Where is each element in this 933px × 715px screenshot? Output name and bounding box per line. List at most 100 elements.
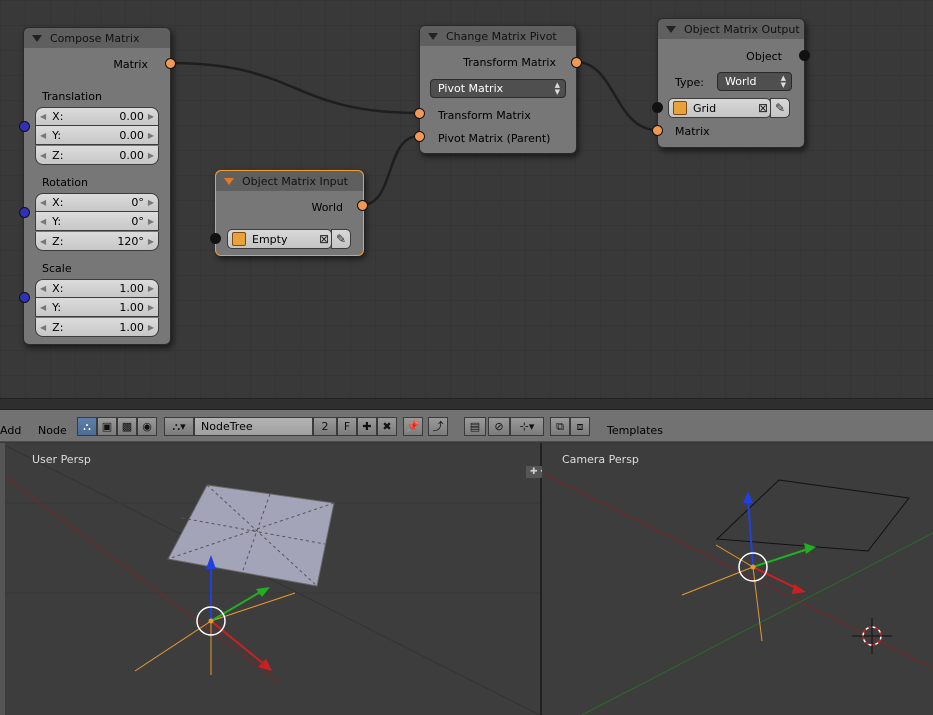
translation-input-socket[interactable] (19, 121, 30, 132)
increment-arrow-icon[interactable]: ▶ (148, 131, 154, 140)
object-field-empty[interactable]: Empty ⊠ (227, 229, 332, 249)
rotation-y-field[interactable]: ◀ Y: 0° ▶ (35, 212, 159, 231)
decrement-arrow-icon[interactable]: ◀ (40, 112, 46, 121)
snap-toggle-icon[interactable]: ⊘ (488, 417, 510, 436)
node-title: Compose Matrix (50, 31, 140, 45)
viewport-right-scene (542, 472, 933, 715)
link-compose-to-transform (169, 61, 420, 115)
paste-nodes-icon[interactable]: ⧈ (570, 417, 590, 436)
object-matrix-input-node[interactable]: Object Matrix Input World Empty ⊠ ✎ (215, 170, 364, 256)
increment-arrow-icon[interactable]: ▶ (148, 284, 154, 293)
x-arrow (210, 620, 266, 666)
x-axis-line (542, 472, 933, 669)
snap-element-dropdown[interactable]: ⊹▾ (510, 417, 544, 436)
scale-y-field[interactable]: ◀ Y: 1.00 ▶ (35, 298, 159, 317)
type-dropdown[interactable]: World ▲ ▼ (717, 72, 792, 91)
pivot-output-socket[interactable] (571, 57, 582, 68)
compose-matrix-node[interactable]: Compose Matrix Matrix Translation ◀ X: 0.0… (23, 27, 171, 345)
node-title: Object Matrix Input (242, 174, 348, 188)
scale-input-socket[interactable] (19, 292, 30, 303)
object-matrix-input-header[interactable]: Object Matrix Input (216, 171, 363, 191)
y-arrow (210, 590, 263, 622)
object-input-socket[interactable] (652, 102, 663, 113)
new-nodetree-plus-icon[interactable]: ✚ (357, 417, 377, 436)
user-count-button[interactable]: 2 (313, 417, 337, 436)
clear-x-icon[interactable]: ⊠ (756, 101, 770, 115)
translation-z-field[interactable]: ◀ Z: 0.00 ▶ (35, 146, 159, 165)
scale-x-field[interactable]: ◀ X: 1.00 ▶ (35, 279, 159, 298)
compose-matrix-header[interactable]: Compose Matrix (24, 28, 170, 48)
translation-y-field[interactable]: ◀ Y: 0.00 ▶ (35, 126, 159, 145)
object-output-socket[interactable] (799, 50, 810, 61)
collapse-triangle-icon[interactable] (224, 177, 234, 185)
viewport-user-persp[interactable]: User Persp (0, 443, 540, 715)
type-label: Type: (675, 76, 704, 89)
rotation-z-field[interactable]: ◀ Z: 120° ▶ (35, 232, 159, 251)
nodetree-name-field[interactable]: NodeTree (194, 417, 313, 436)
pivot-matrix-input-label: Pivot Matrix (Parent) (438, 132, 551, 145)
matrix-input-socket[interactable] (652, 125, 663, 136)
transform-matrix-input-socket[interactable] (414, 108, 425, 119)
pivot-matrix-input-socket[interactable] (414, 131, 425, 142)
increment-arrow-icon[interactable]: ▶ (148, 237, 154, 246)
decrement-arrow-icon[interactable]: ◀ (40, 217, 46, 226)
collapse-triangle-icon[interactable] (428, 32, 438, 40)
decrement-arrow-icon[interactable]: ◀ (40, 131, 46, 140)
increment-arrow-icon[interactable]: ▶ (148, 323, 154, 332)
menu-add[interactable]: Add (0, 424, 21, 437)
rotation-x-field[interactable]: ◀ X: 0° ▶ (35, 193, 159, 212)
decrement-arrow-icon[interactable]: ◀ (40, 198, 46, 207)
shader-nodes-button[interactable]: ◉ (137, 417, 157, 436)
viewport-left-label: User Persp (32, 453, 91, 466)
object-nodes-button[interactable]: ⛬ (77, 417, 97, 436)
transform-matrix-input-label: Transform Matrix (438, 109, 531, 122)
increment-arrow-icon[interactable]: ▶ (148, 303, 154, 312)
z-arrow (747, 498, 754, 568)
decrement-arrow-icon[interactable]: ◀ (40, 151, 46, 160)
world-output-label: World (311, 201, 343, 214)
eyedropper-icon[interactable]: ✎ (331, 229, 351, 249)
increment-arrow-icon[interactable]: ▶ (148, 198, 154, 207)
backdrop-icon[interactable]: ▤ (464, 417, 486, 436)
viewport-camera-persp[interactable]: Camera Persp (542, 443, 933, 715)
copy-nodes-icon[interactable]: ⧉ (550, 417, 570, 436)
grid-wireframe (715, 479, 910, 552)
area-splitter[interactable] (0, 398, 933, 410)
translation-label: Translation (42, 90, 102, 103)
scale-z-field[interactable]: ◀ Z: 1.00 ▶ (35, 318, 159, 337)
object-matrix-output-node[interactable]: Object Matrix Output Object Type: World … (657, 18, 805, 148)
increment-arrow-icon[interactable]: ▶ (148, 217, 154, 226)
texture-nodes-button[interactable]: ▩ (117, 417, 137, 436)
object-input-socket[interactable] (210, 233, 221, 244)
world-output-socket[interactable] (357, 200, 368, 211)
pin-icon[interactable]: 📌 (403, 417, 423, 436)
compositing-nodes-button[interactable]: ▣ (97, 417, 117, 436)
fake-user-button[interactable]: F (337, 417, 357, 436)
object-field-grid[interactable]: Grid ⊠ (668, 98, 771, 118)
templates-menu[interactable]: Templates (607, 424, 663, 437)
rotation-input-socket[interactable] (19, 207, 30, 218)
increment-arrow-icon[interactable]: ▶ (148, 151, 154, 160)
collapse-triangle-icon[interactable] (666, 25, 676, 33)
link-input-to-pivot (361, 134, 420, 207)
node-editor[interactable]: Compose Matrix Matrix Translation ◀ X: 0.0… (0, 0, 933, 398)
translation-x-field[interactable]: ◀ X: 0.00 ▶ (35, 107, 159, 126)
change-matrix-pivot-header[interactable]: Change Matrix Pivot (420, 26, 576, 46)
nodetree-browse-button[interactable]: ⛬▾ (164, 417, 194, 436)
decrement-arrow-icon[interactable]: ◀ (40, 323, 46, 332)
compose-matrix-output-socket[interactable] (165, 58, 176, 69)
unlink-nodetree-x-icon[interactable]: ✖ (377, 417, 397, 436)
decrement-arrow-icon[interactable]: ◀ (40, 284, 46, 293)
clear-x-icon[interactable]: ⊠ (317, 232, 331, 246)
collapse-triangle-icon[interactable] (32, 34, 42, 42)
matrix-input-label: Matrix (675, 125, 710, 138)
change-matrix-pivot-node[interactable]: Change Matrix Pivot Transform Matrix Piv… (419, 25, 577, 154)
pivot-mode-dropdown[interactable]: Pivot Matrix ▲ ▼ (430, 79, 566, 98)
eyedropper-icon[interactable]: ✎ (770, 98, 790, 118)
decrement-arrow-icon[interactable]: ◀ (40, 237, 46, 246)
parent-tree-icon[interactable]: ⤴ (428, 417, 448, 436)
object-matrix-output-header[interactable]: Object Matrix Output (658, 19, 804, 39)
increment-arrow-icon[interactable]: ▶ (148, 112, 154, 121)
decrement-arrow-icon[interactable]: ◀ (40, 303, 46, 312)
menu-node[interactable]: Node (38, 424, 67, 437)
